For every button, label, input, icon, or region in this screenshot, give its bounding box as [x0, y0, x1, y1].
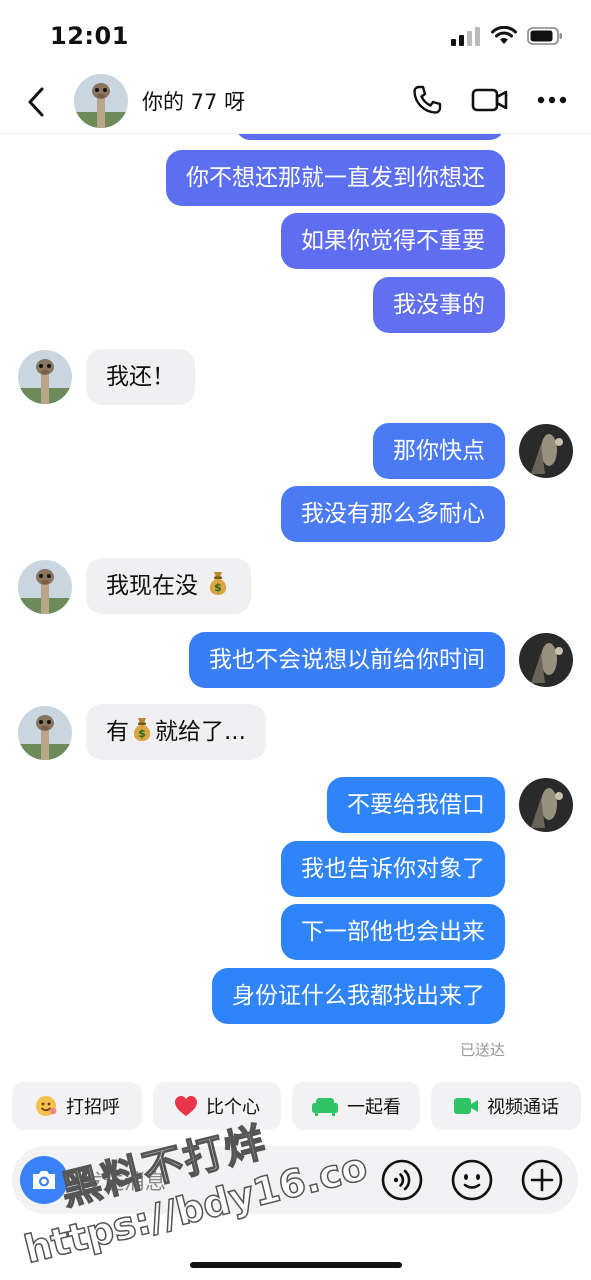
message-bubble[interactable]: 有 $ 就给了...	[86, 704, 266, 760]
money-bag-icon: $	[210, 572, 227, 595]
user-avatar-image	[519, 424, 573, 478]
message-bubble[interactable]: 我没有那么多耐心	[281, 486, 505, 542]
message-bubble[interactable]: 我也不会说想以前给你时间	[189, 632, 505, 688]
message-text: 有	[106, 719, 129, 745]
emoji-button[interactable]	[450, 1158, 494, 1202]
message-text: 我也不会说想以前给你时间	[209, 647, 485, 673]
message-bubble[interactable]: 那你快点	[373, 423, 505, 479]
status-icons	[451, 26, 563, 46]
user-avatar-image	[519, 778, 573, 832]
svg-text:$: $	[138, 727, 146, 740]
user-avatar-image	[519, 633, 573, 687]
say-hi-button[interactable]: 打招呼	[12, 1082, 142, 1130]
read-receipt: 已送达	[459, 1041, 505, 1059]
video-call-chip[interactable]: 视频通话	[431, 1082, 581, 1130]
ostrich-avatar-image	[74, 74, 128, 128]
message-bubble[interactable]: 身份证什么我都找出来了	[212, 968, 505, 1024]
emoji-icon	[451, 1159, 493, 1201]
message-bubble-partial	[236, 134, 504, 140]
message-text: 那你快点	[393, 438, 485, 464]
svg-text:$: $	[214, 581, 222, 594]
cellular-signal-icon	[451, 27, 480, 46]
back-button[interactable]	[20, 84, 52, 120]
battery-icon	[527, 27, 562, 45]
contact-avatar[interactable]	[18, 560, 72, 614]
contact-avatar[interactable]	[18, 706, 72, 760]
ostrich-avatar-image	[18, 560, 72, 614]
my-avatar[interactable]	[519, 424, 573, 478]
camera-button[interactable]	[20, 1156, 68, 1204]
message-text: 你不想还那就一直发到你想还	[186, 165, 485, 191]
voice-call-button[interactable]	[411, 84, 443, 116]
add-attachment-button[interactable]	[520, 1158, 564, 1202]
message-text: 身份证什么我都找出来了	[232, 983, 485, 1009]
message-text: 我现在没	[106, 573, 198, 599]
contact-avatar[interactable]	[74, 74, 128, 128]
plus-icon	[521, 1159, 563, 1201]
wave-emoji-icon	[36, 1096, 57, 1116]
more-options-button[interactable]	[537, 96, 567, 104]
ostrich-avatar-image	[18, 350, 72, 404]
message-bubble[interactable]: 我现在没 $	[86, 558, 252, 614]
watch-together-label: 一起看	[347, 1097, 401, 1118]
message-text: 我也告诉你对象了	[301, 856, 485, 882]
message-text: 下一部他也会出来	[301, 919, 485, 945]
message-list[interactable]: 你不想还那就一直发到你想还 如果你觉得不重要 我没事的 我还！ 那你快点 我没有…	[0, 134, 591, 1072]
message-input[interactable]: 发送消息	[82, 1166, 166, 1196]
money-bag-icon: $	[133, 718, 151, 741]
status-time: 12:01	[50, 22, 129, 50]
composer-tools	[380, 1158, 564, 1202]
contact-name[interactable]: 你的 77 呀	[142, 86, 245, 116]
voice-icon	[381, 1159, 423, 1201]
ostrich-avatar-image	[18, 706, 72, 760]
message-bubble[interactable]: 你不想还那就一直发到你想还	[166, 150, 505, 206]
video-camera-icon	[471, 88, 508, 112]
send-heart-button[interactable]: 比个心	[153, 1082, 281, 1130]
more-horizontal-icon	[537, 96, 567, 104]
quick-actions-bar: 打招呼 比个心 一起看 视频通话	[12, 1082, 582, 1132]
message-text: 如果你觉得不重要	[301, 228, 485, 254]
phone-icon	[413, 85, 442, 114]
message-text: 不要给我借口	[347, 792, 485, 818]
video-camera-icon	[454, 1098, 478, 1114]
my-avatar[interactable]	[519, 778, 573, 832]
chat-header: 你的 77 呀	[0, 72, 591, 134]
chevron-left-icon	[28, 87, 44, 117]
home-indicator[interactable]	[190, 1262, 402, 1268]
camera-icon	[33, 1171, 55, 1189]
sofa-icon	[312, 1098, 338, 1116]
my-avatar[interactable]	[519, 633, 573, 687]
send-heart-label: 比个心	[206, 1097, 260, 1118]
heart-icon	[175, 1096, 197, 1116]
voice-message-button[interactable]	[380, 1158, 424, 1202]
video-call-label: 视频通话	[487, 1097, 559, 1118]
message-bubble[interactable]: 我没事的	[373, 277, 505, 333]
message-bubble[interactable]: 我也告诉你对象了	[281, 841, 505, 897]
say-hi-label: 打招呼	[66, 1097, 120, 1118]
message-text: 我没事的	[393, 292, 485, 318]
video-call-button[interactable]	[471, 86, 509, 114]
header-actions	[411, 84, 567, 116]
message-text: 我没有那么多耐心	[301, 501, 485, 527]
contact-avatar[interactable]	[18, 350, 72, 404]
message-bubble[interactable]: 下一部他也会出来	[281, 904, 505, 960]
message-bubble[interactable]: 不要给我借口	[327, 777, 505, 833]
message-bubble[interactable]: 我还！	[86, 349, 195, 405]
wifi-icon	[491, 26, 517, 44]
status-bar: 12:01	[0, 0, 591, 72]
message-composer[interactable]: 发送消息	[12, 1146, 578, 1214]
message-bubble[interactable]: 如果你觉得不重要	[281, 213, 505, 269]
message-text: 就给了...	[155, 719, 246, 745]
watch-together-button[interactable]: 一起看	[292, 1082, 420, 1130]
message-text: 我还！	[106, 364, 175, 390]
